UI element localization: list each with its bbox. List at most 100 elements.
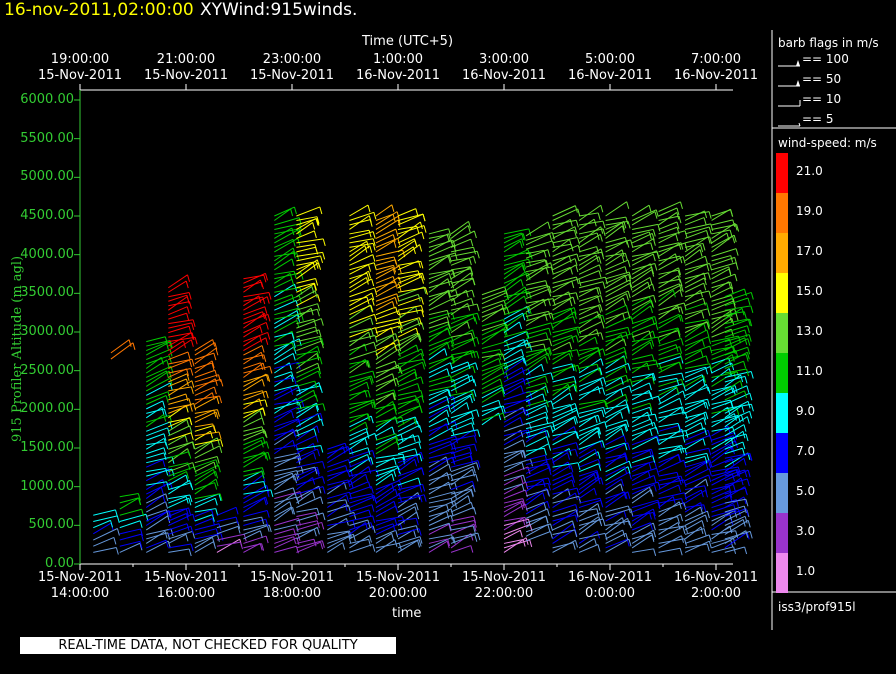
wind-barb-flag — [466, 402, 470, 410]
wind-barb-flag — [211, 537, 215, 545]
wind-barb-flag — [372, 370, 376, 379]
wind-barb-shaft — [578, 228, 604, 235]
wind-barb-flag — [708, 336, 712, 344]
speed-legend-label: 15.0 — [796, 284, 823, 298]
wind-barb-shaft — [119, 497, 140, 510]
wind-barb-shaft — [194, 386, 215, 396]
wind-barb-flag — [546, 508, 550, 517]
wind-barb-flag — [655, 427, 659, 435]
wind-barb-shaft — [274, 406, 299, 419]
wind-barb-flag — [366, 382, 370, 390]
wind-barb-flag — [744, 376, 748, 384]
wind-barb-shaft — [525, 338, 550, 344]
wind-barb-flag — [701, 339, 705, 347]
wind-barb-shaft — [296, 329, 320, 338]
wind-barb-shaft — [658, 407, 682, 423]
wind-barb-flag — [113, 537, 117, 545]
wind-barb-shaft — [428, 473, 451, 482]
wind-barb-flag — [213, 461, 217, 470]
wind-barb-shaft — [194, 478, 217, 495]
wind-barb-flag — [472, 329, 476, 337]
wind-barb-shaft — [243, 510, 268, 518]
wind-barb-flag — [600, 226, 604, 234]
wind-barb-flag — [312, 491, 316, 499]
wind-barb-flag — [261, 345, 265, 353]
barb-legend-title: barb flags in m/s — [778, 36, 879, 50]
wind-barb-flag — [732, 474, 735, 482]
wind-barb-shaft — [168, 312, 187, 320]
wind-barb-flag — [261, 379, 265, 387]
wind-barb-flag — [315, 435, 319, 443]
wind-barb-flag — [320, 318, 324, 326]
wind-barb-shaft — [146, 468, 173, 477]
wind-barb-shaft — [296, 277, 316, 284]
wind-barb-shaft — [525, 393, 544, 403]
wind-barb-flag — [678, 501, 682, 509]
wind-barb-shaft — [685, 504, 704, 509]
wind-barb-shaft — [428, 297, 454, 311]
wind-barb-flag — [185, 378, 189, 387]
wind-barb-shaft — [552, 539, 576, 553]
wind-barb-flag — [188, 498, 192, 506]
wind-barb-flag — [317, 346, 321, 354]
wind-barb-shaft — [605, 483, 621, 495]
wind-barb-flag — [743, 458, 747, 466]
wind-barb-flag — [593, 488, 597, 496]
wind-barb-flag — [473, 435, 477, 443]
wind-barb-flag — [316, 527, 320, 535]
wind-barb-shaft — [146, 452, 165, 459]
wind-barb-flag — [186, 306, 190, 314]
wind-barb-flag — [454, 252, 458, 261]
wind-barb-shaft — [397, 448, 416, 455]
wind-barb-flag — [476, 409, 480, 417]
wind-barb-shaft — [711, 219, 733, 226]
wind-barb-shaft — [450, 429, 478, 437]
wind-barb-shaft — [450, 422, 472, 432]
wind-barb-shaft — [631, 223, 659, 230]
wind-barb-flag — [705, 355, 709, 363]
wind-barb-shaft — [503, 251, 531, 257]
wind-barb-shaft — [658, 215, 680, 221]
wind-barb-flag — [417, 383, 421, 391]
wind-barb-flag — [522, 378, 526, 386]
wind-barb-flag — [594, 336, 598, 345]
wind-barb-flag — [597, 544, 601, 552]
wind-barb-flag — [600, 358, 604, 366]
wind-barb-flag — [391, 204, 395, 212]
wind-barb-flag — [466, 321, 470, 329]
wind-barb-flag — [703, 504, 707, 512]
wind-barb-flag — [421, 322, 425, 330]
wind-barb-flag — [519, 240, 523, 249]
wind-barb-shaft — [93, 547, 117, 553]
wind-barb-flag — [415, 518, 419, 526]
wind-barb-shaft — [397, 424, 420, 437]
wind-barb-shaft — [481, 303, 503, 314]
wind-barb-flag — [550, 523, 554, 531]
wind-barb-flag — [600, 512, 604, 520]
wind-barb-flag — [541, 364, 545, 372]
wind-barb-shaft — [296, 425, 318, 441]
wind-barb-flag — [603, 407, 607, 415]
wind-barb-flag — [395, 306, 399, 315]
wind-barb-flag — [653, 475, 657, 483]
wind-barb-flag — [602, 348, 606, 356]
wind-barb-flag — [630, 316, 634, 324]
wind-barb-shaft — [578, 320, 603, 334]
wind-barb-flag — [264, 306, 268, 314]
wind-barb-flag — [423, 494, 427, 502]
wind-barb-flag — [194, 337, 198, 345]
wind-barb-shaft — [711, 362, 732, 374]
wind-barb-flag — [473, 247, 477, 255]
wind-barb-flag — [472, 339, 476, 347]
wind-barb-flag — [467, 303, 471, 311]
wind-barb-shaft — [397, 395, 416, 401]
wind-barb-flag — [188, 326, 192, 334]
barb-legend-label: == 50 — [802, 72, 842, 86]
wind-barb-flag — [576, 349, 580, 357]
wind-barb-flag — [746, 385, 750, 393]
wind-barb-flag — [474, 534, 478, 542]
wind-barb-flag — [417, 318, 421, 327]
wind-barb-flag — [467, 495, 471, 503]
wind-barb-flag — [371, 504, 375, 512]
wind-barb-shaft — [168, 543, 192, 549]
